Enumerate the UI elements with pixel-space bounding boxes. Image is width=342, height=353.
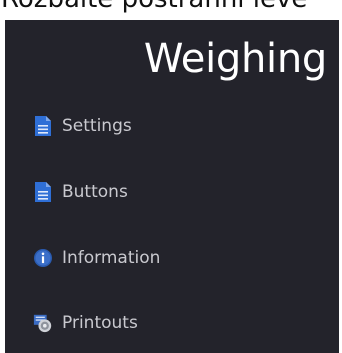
side-menu-panel: Weighing Settings Buttons Information Pr… [5, 20, 339, 353]
menu-item-label: Settings [62, 116, 132, 136]
top-caption: Rozbalte postranní levé [1, 0, 307, 14]
document-icon [33, 179, 53, 205]
printer-icon [33, 310, 53, 336]
info-icon [33, 245, 53, 271]
menu-item-buttons[interactable]: Buttons [33, 176, 128, 208]
top-caption-strip: Rozbalte postranní levé [0, 0, 342, 20]
menu-item-label: Printouts [62, 313, 138, 333]
menu-item-settings[interactable]: Settings [33, 110, 132, 142]
panel-title: Weighing [143, 36, 327, 82]
menu-item-information[interactable]: Information [33, 242, 160, 274]
menu-item-label: Information [62, 248, 161, 268]
document-icon [33, 113, 53, 139]
menu-item-label: Buttons [62, 182, 128, 202]
menu-item-printouts[interactable]: Printouts [33, 307, 138, 339]
